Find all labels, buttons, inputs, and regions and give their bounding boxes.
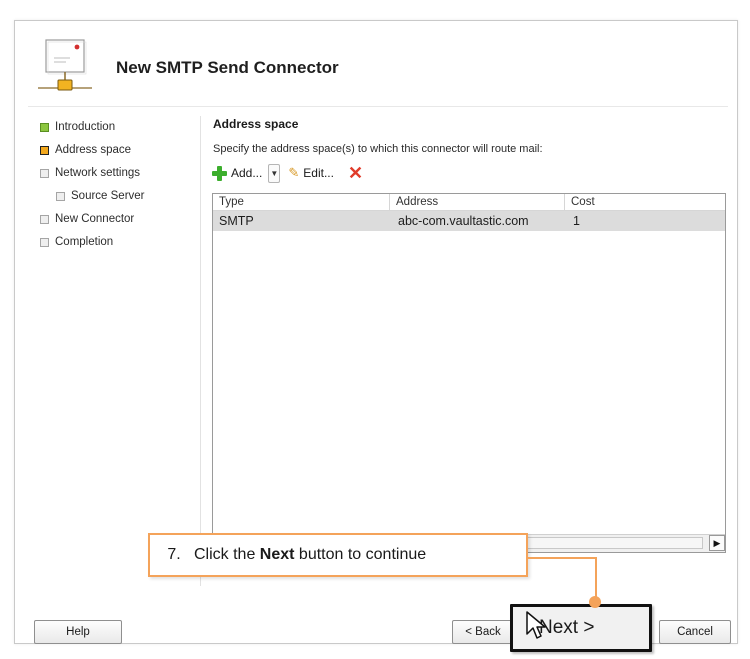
cell-address: abc-com.vaultastic.com xyxy=(398,214,529,228)
nav-divider xyxy=(200,116,201,586)
wizard-steps-nav: Introduction Address space Network setti… xyxy=(40,118,195,256)
callout-text: Click the Next button to continue xyxy=(194,546,426,564)
help-button[interactable]: Help xyxy=(34,620,122,644)
nav-item-label: Completion xyxy=(55,236,114,248)
cell-cost: 1 xyxy=(573,214,580,228)
column-header-cost[interactable]: Cost xyxy=(565,194,725,210)
back-button[interactable]: < Back xyxy=(452,620,514,644)
step-current-icon xyxy=(40,145,49,155)
mouse-pointer-icon xyxy=(526,611,546,639)
step-pending-icon xyxy=(40,237,49,247)
pencil-icon: ✎ xyxy=(288,165,300,180)
step-done-icon xyxy=(40,122,49,132)
add-button-label: Add... xyxy=(231,166,263,180)
nav-item-label: Network settings xyxy=(55,167,141,179)
callout-connector-line xyxy=(595,557,597,601)
callout-emphasis: Next xyxy=(259,546,295,563)
nav-item-label: Source Server xyxy=(71,190,145,202)
mail-connector-icon xyxy=(38,39,92,91)
column-header-address[interactable]: Address xyxy=(390,194,565,210)
scroll-right-arrow-icon[interactable]: ▶ xyxy=(709,535,725,551)
delete-button[interactable]: ✕ xyxy=(334,164,363,182)
step-pending-icon xyxy=(40,168,49,178)
edit-button[interactable]: ✎ Edit... xyxy=(280,165,334,181)
cell-type: SMTP xyxy=(219,214,254,228)
nav-item-label: Introduction xyxy=(55,121,116,133)
section-title: Address space xyxy=(213,117,299,131)
add-dropdown-button[interactable]: ▼ xyxy=(268,163,281,183)
edit-button-label: Edit... xyxy=(303,166,334,180)
nav-item-network-settings[interactable]: Network settings xyxy=(40,164,195,182)
address-space-table: Type Address Cost SMTP abc-com.vaultasti… xyxy=(212,193,726,553)
nav-item-address-space[interactable]: Address space xyxy=(40,141,195,159)
step-pending-icon xyxy=(40,214,49,224)
nav-item-completion[interactable]: Completion xyxy=(40,233,195,251)
callout-pointer-dot xyxy=(589,596,601,608)
section-description: Specify the address space(s) to which th… xyxy=(213,143,543,155)
address-toolbar: Add... ▼ ✎ Edit... ✕ xyxy=(212,162,363,184)
column-header-type[interactable]: Type xyxy=(213,194,390,210)
step-pending-icon xyxy=(56,191,65,201)
callout-prefix: Click the xyxy=(194,546,260,563)
callout-step-number: 7. xyxy=(167,546,181,563)
nav-item-label: Address space xyxy=(55,144,132,156)
add-button[interactable]: Add... xyxy=(212,165,263,181)
cancel-button[interactable]: Cancel xyxy=(659,620,731,644)
table-header: Type Address Cost xyxy=(213,194,725,211)
nav-item-source-server[interactable]: Source Server xyxy=(40,187,195,205)
nav-item-introduction[interactable]: Introduction xyxy=(40,118,195,136)
wizard-title: New SMTP Send Connector xyxy=(116,58,339,77)
chevron-down-icon: ▼ xyxy=(270,168,279,178)
plus-icon xyxy=(212,165,227,181)
header-divider xyxy=(28,106,728,107)
callout-connector-line xyxy=(528,557,596,559)
nav-item-label: New Connector xyxy=(55,213,135,225)
callout-suffix: button to continue xyxy=(294,546,427,563)
tutorial-callout: 7. Click the Next button to continue xyxy=(148,533,528,577)
delete-icon: ✕ xyxy=(347,163,364,183)
nav-item-new-connector[interactable]: New Connector xyxy=(40,210,195,228)
table-row[interactable]: SMTP abc-com.vaultastic.com 1 xyxy=(213,211,725,231)
